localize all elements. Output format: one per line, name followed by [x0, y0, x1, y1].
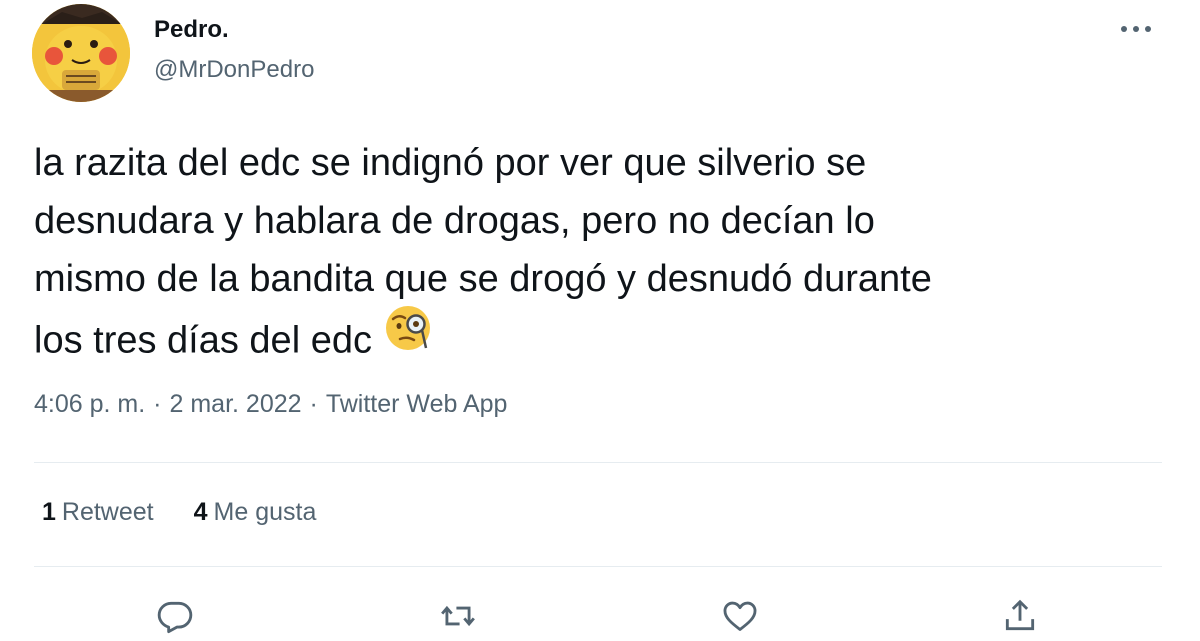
meta-separator: ·	[309, 390, 318, 418]
retweets-count: 1	[42, 498, 56, 526]
heart-icon	[723, 601, 757, 631]
pikachu-avatar-icon	[32, 4, 130, 102]
tweet-card: Pedro. @MrDonPedro la razita del edc se …	[0, 0, 1200, 641]
face-with-monocle-icon	[384, 302, 436, 371]
tweet-body: la razita del edc se indignó por ver que…	[34, 142, 932, 362]
reply-button[interactable]	[153, 594, 197, 638]
divider	[34, 462, 1162, 463]
author-handle[interactable]: @MrDonPedro	[154, 56, 314, 84]
action-bar	[0, 594, 1200, 638]
likes-label: Me gusta	[213, 498, 317, 526]
meta-separator: ·	[153, 390, 162, 418]
likes-stat[interactable]: 4 Me gusta	[194, 498, 317, 527]
more-button[interactable]	[1118, 14, 1154, 44]
author-name[interactable]: Pedro.	[154, 16, 229, 44]
tweet-date[interactable]: 2 mar. 2022	[170, 390, 302, 418]
likes-count: 4	[193, 498, 208, 526]
tweet-meta: 4:06 p. m. · 2 mar. 2022 · Twitter Web App	[34, 390, 507, 419]
avatar[interactable]	[32, 4, 130, 102]
tweet-stats: 1 Retweet 4 Me gusta	[42, 498, 316, 527]
divider	[34, 566, 1162, 567]
reply-icon	[157, 601, 193, 634]
retweets-stat[interactable]: 1 Retweet	[42, 498, 154, 527]
share-button[interactable]	[998, 594, 1042, 638]
retweet-icon	[441, 605, 475, 627]
retweet-button[interactable]	[436, 594, 480, 638]
retweets-label: Retweet	[61, 498, 154, 526]
tweet-source[interactable]: Twitter Web App	[326, 390, 508, 418]
tweet-text: la razita del edc se indignó por ver que…	[34, 134, 1154, 377]
share-icon	[1005, 599, 1035, 631]
like-button[interactable]	[718, 594, 762, 638]
more-dots-icon	[1121, 26, 1151, 32]
tweet-time[interactable]: 4:06 p. m.	[34, 390, 145, 418]
